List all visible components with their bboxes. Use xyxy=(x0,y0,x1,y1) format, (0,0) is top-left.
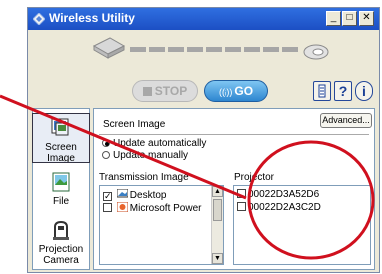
checkbox-checked[interactable]: ✓ xyxy=(103,192,112,201)
control-bar: STOP ((ᵢ)) GO ? i xyxy=(28,74,379,108)
wireless-utility-window: Wireless Utility _ □ ✕ STOP ((ᵢ)) GO ? i… xyxy=(27,7,380,273)
close-button[interactable]: ✕ xyxy=(359,11,374,26)
projector-id: 00022D3A52D6 xyxy=(248,189,320,200)
projection-camera-icon xyxy=(53,220,69,240)
list-view-button[interactable] xyxy=(313,81,331,101)
desktop-label: Desktop xyxy=(129,190,167,201)
divider xyxy=(99,134,369,135)
powerpoint-icon xyxy=(116,201,129,213)
info-button[interactable]: i xyxy=(355,81,373,101)
title-bar[interactable]: Wireless Utility _ □ ✕ xyxy=(28,8,379,30)
screen-image-icon xyxy=(51,118,69,136)
sidebar-item-label: Screen Image xyxy=(45,142,77,164)
checkbox-unchecked[interactable] xyxy=(237,189,246,198)
transmission-scrollbar[interactable]: ▲ ▼ xyxy=(211,186,223,264)
wireless-signal-icon: ((ᵢ)) xyxy=(218,87,233,97)
update-automatically-label: Update automatically xyxy=(113,138,207,149)
powerpoint-label: Microsoft Power xyxy=(129,203,202,214)
help-button[interactable]: ? xyxy=(334,81,352,101)
projector-list[interactable]: 00022D3A52D6 00022D2A3C2D xyxy=(233,185,371,265)
window-title: Wireless Utility xyxy=(49,11,135,25)
radio-selected[interactable] xyxy=(102,139,110,147)
sidebar-item-label: File xyxy=(52,196,70,207)
projector-label: Projector xyxy=(234,172,275,183)
update-manually-option[interactable]: Update manually xyxy=(102,150,188,161)
advanced-button[interactable]: Advanced... xyxy=(320,113,372,128)
desktop-icon xyxy=(116,188,129,198)
scroll-down-button[interactable]: ▼ xyxy=(212,253,223,264)
screen-image-panel: Screen Image Advanced... Update automati… xyxy=(93,108,375,270)
sidebar-item-file[interactable]: File xyxy=(33,169,89,213)
minimize-button[interactable]: _ xyxy=(326,11,341,26)
sidebar-item-label: Projection Camera xyxy=(38,244,84,266)
projector-id: 00022D2A3C2D xyxy=(248,202,321,213)
list-item[interactable]: Microsoft Power xyxy=(103,201,202,214)
sidebar-item-screen-image[interactable]: Screen Image xyxy=(32,113,90,164)
scroll-thumb[interactable] xyxy=(213,199,222,221)
update-automatically-option[interactable]: Update automatically xyxy=(102,138,206,149)
computer-icon xyxy=(92,37,126,59)
transmission-image-list[interactable]: ✓ Desktop Microsoft Power ▲ ▼ xyxy=(99,185,224,265)
go-label: GO xyxy=(234,84,254,98)
update-manually-label: Update manually xyxy=(113,150,189,161)
stop-icon xyxy=(142,87,152,96)
checkbox-unchecked[interactable] xyxy=(237,202,246,211)
connection-bar-segments xyxy=(130,47,298,52)
app-icon xyxy=(33,13,45,25)
checkbox-unchecked[interactable] xyxy=(103,203,112,212)
connection-status-area xyxy=(28,30,379,74)
maximize-button[interactable]: □ xyxy=(342,11,357,26)
list-item[interactable]: 00022D3A52D6 xyxy=(237,189,319,200)
list-item[interactable]: ✓ Desktop xyxy=(103,188,167,201)
stop-button[interactable]: STOP xyxy=(132,80,198,102)
projector-icon xyxy=(303,44,329,60)
go-button[interactable]: ((ᵢ)) GO xyxy=(204,80,268,102)
sidebar-nav: Screen Image File Projection Camera xyxy=(32,108,90,270)
radio-unselected[interactable] xyxy=(102,151,110,159)
stop-label: STOP xyxy=(154,84,188,98)
connection-indicator xyxy=(92,37,329,60)
file-icon xyxy=(52,172,70,192)
list-icon xyxy=(318,84,326,98)
scroll-up-button[interactable]: ▲ xyxy=(212,186,223,197)
sidebar-item-projection-camera[interactable]: Projection Camera xyxy=(33,217,89,269)
transmission-image-label: Transmission Image xyxy=(99,172,189,183)
panel-title: Screen Image xyxy=(103,119,166,130)
list-item[interactable]: 00022D2A3C2D xyxy=(237,202,321,213)
